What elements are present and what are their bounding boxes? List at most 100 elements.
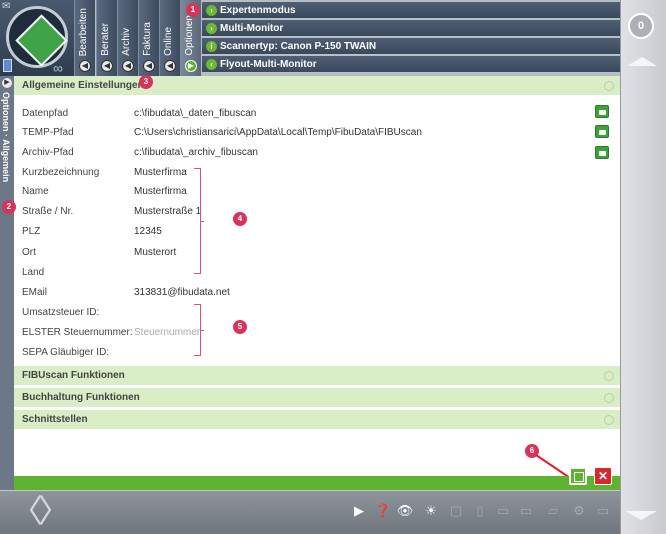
scroll-up-icon[interactable] xyxy=(627,57,657,66)
window-icon[interactable]: ▭ xyxy=(494,503,512,519)
input-name[interactable]: Musterfirma xyxy=(134,186,187,197)
option-multi-monitor[interactable]: › Multi-Monitor xyxy=(202,20,620,37)
label-name: Name xyxy=(22,186,49,197)
tab-label: Archiv xyxy=(121,28,132,56)
arrow-right-icon: › xyxy=(206,5,217,16)
folder-icon[interactable] xyxy=(595,125,609,138)
file-icon[interactable]: ▯ xyxy=(471,503,489,519)
option-label: Multi-Monitor xyxy=(220,23,284,34)
section-title: Allgemeine Einstellungen xyxy=(22,80,144,91)
annotation-badge: 5 xyxy=(233,320,247,334)
section-fibuscan-funktionen[interactable]: FIBUscan Funktionen xyxy=(14,366,620,386)
annotation-badge: 2 xyxy=(2,200,16,214)
section-allgemeine-einstellungen[interactable]: Allgemeine Einstellungen xyxy=(14,76,620,96)
option-label: Flyout-Multi-Monitor xyxy=(220,59,317,70)
side-tab-label: Optionen · Allgemein xyxy=(1,92,11,183)
tab-label: Berater xyxy=(100,23,111,56)
tab-label: Bearbeiten xyxy=(78,7,89,56)
label-plz: PLZ xyxy=(22,226,41,237)
expand-icon[interactable] xyxy=(604,393,614,403)
right-panel xyxy=(620,0,666,534)
section-title: Buchhaltung Funktionen xyxy=(22,392,140,403)
chevron-right-icon[interactable]: ▶ xyxy=(185,60,197,72)
label-email: EMail xyxy=(22,287,48,298)
diamond-logo-icon xyxy=(15,14,68,67)
document-icon xyxy=(3,59,12,72)
action-bar xyxy=(14,476,620,490)
annotation-badge: 1 xyxy=(186,3,200,17)
input-ort[interactable]: Musterort xyxy=(134,247,176,258)
label-archiv-pfad: Archiv-Pfad xyxy=(22,147,74,158)
chevron-left-icon[interactable]: ◀ xyxy=(143,60,155,72)
chat-icon[interactable]: ▢ xyxy=(447,503,465,519)
nav-forward-icon[interactable]: 〉 xyxy=(38,495,70,527)
tab-bearbeiten[interactable]: Bearbeiten ◀ xyxy=(74,0,95,76)
section-title: Schnittstellen xyxy=(22,414,88,425)
arrow-right-icon: › xyxy=(206,23,217,34)
expand-icon[interactable] xyxy=(604,415,614,425)
arrow-left-icon: ‹ xyxy=(206,59,217,70)
idea-icon[interactable]: ☀ xyxy=(422,503,440,519)
section-schnittstellen[interactable]: Schnittstellen xyxy=(14,410,620,430)
section-title: FIBUscan Funktionen xyxy=(22,370,125,381)
settings-panel: Allgemeine Einstellungen Datenpfad c:\fi… xyxy=(14,76,620,476)
option-label: Expertenmodus xyxy=(220,5,296,16)
annotation-bracket xyxy=(194,168,204,274)
tab-faktura[interactable]: Faktura ◀ xyxy=(138,0,159,76)
print-icon[interactable]: ▭ xyxy=(594,503,612,519)
scroll-down-icon[interactable] xyxy=(625,511,657,520)
app-logo[interactable]: ✉ ∞ xyxy=(0,0,74,76)
tab-label: Optionen xyxy=(184,15,195,56)
tab-archiv[interactable]: Archiv ◀ xyxy=(117,0,138,76)
youtube-icon[interactable]: ▶ xyxy=(350,503,368,519)
settings-icon[interactable]: ⚙ xyxy=(570,503,588,519)
tab-berater[interactable]: Berater ◀ xyxy=(96,0,117,76)
input-plz[interactable]: 12345 xyxy=(134,226,162,237)
logo-circle xyxy=(6,6,68,68)
option-flyout-multi-monitor[interactable]: ‹ Flyout-Multi-Monitor xyxy=(202,56,620,73)
option-expertenmodus[interactable]: › Expertenmodus xyxy=(202,2,620,19)
lock-icon: ✉ xyxy=(2,1,11,12)
option-scannertyp[interactable]: i Scannertyp: Canon P-150 TWAIN xyxy=(202,38,620,55)
value-datenpfad[interactable]: c:\fibudata\_daten_fibuscan xyxy=(134,108,256,119)
chevron-left-icon[interactable]: ◀ xyxy=(101,60,113,72)
label-temp-pfad: TEMP-Pfad xyxy=(22,127,74,138)
copy-icon[interactable]: ▭ xyxy=(517,503,535,519)
label-datenpfad: Datenpfad xyxy=(22,108,69,119)
input-elster-steuernummer[interactable]: Steuernummer xyxy=(134,327,200,338)
annotation-badge: 3 xyxy=(139,75,153,89)
value-archiv-pfad[interactable]: c:\fibudata\_archiv_fibuscan xyxy=(134,147,258,158)
input-strasse[interactable]: Musterstraße 1 xyxy=(134,206,201,217)
chevron-right-icon[interactable]: ▶ xyxy=(2,78,12,88)
counter-badge[interactable]: 0 xyxy=(628,13,654,39)
tab-label: Faktura xyxy=(142,22,153,56)
annotation-badge: 4 xyxy=(233,212,247,226)
folder-icon[interactable] xyxy=(595,146,609,159)
label-strasse: Straße / Nr. xyxy=(22,206,74,217)
section-buchhaltung-funktionen[interactable]: Buchhaltung Funktionen xyxy=(14,388,620,408)
save-button[interactable] xyxy=(569,467,587,485)
folder-icon[interactable] xyxy=(595,105,609,118)
option-label: Scannertyp: Canon P-150 TWAIN xyxy=(220,41,377,52)
chevron-left-icon[interactable]: ◀ xyxy=(164,60,176,72)
info-icon: i xyxy=(206,41,217,52)
value-temp-pfad[interactable]: C:\Users\christiansarici\AppData\Local\T… xyxy=(134,127,422,138)
cancel-button[interactable]: ✕ xyxy=(594,467,612,485)
eye-icon[interactable]: 👁 xyxy=(396,503,414,519)
expand-icon[interactable] xyxy=(604,371,614,381)
tab-label: Online xyxy=(163,27,174,56)
chevron-left-icon[interactable]: ◀ xyxy=(122,60,134,72)
help-bubble-icon[interactable]: ❓ xyxy=(374,503,392,519)
input-kurzbezeichnung[interactable]: Musterfirma xyxy=(134,167,187,178)
input-email[interactable]: 313831@fibudata.net xyxy=(134,287,230,298)
tab-online[interactable]: Online ◀ xyxy=(159,0,180,76)
side-tab-optionen[interactable]: ▶ Optionen · Allgemein xyxy=(0,76,14,490)
annotation-bracket xyxy=(194,304,204,356)
label-sepa-glaeubiger-id: SEPA Gläubiger ID: xyxy=(22,347,110,358)
expand-icon[interactable] xyxy=(604,81,614,91)
label-kurzbezeichnung: Kurzbezeichnung xyxy=(22,167,100,178)
chevron-left-icon[interactable]: ◀ xyxy=(79,60,91,72)
label-umsatzsteuer-id: Umsatzsteuer ID: xyxy=(22,307,100,318)
edit-icon[interactable]: ▱ xyxy=(544,503,562,519)
label-land: Land xyxy=(22,267,45,278)
